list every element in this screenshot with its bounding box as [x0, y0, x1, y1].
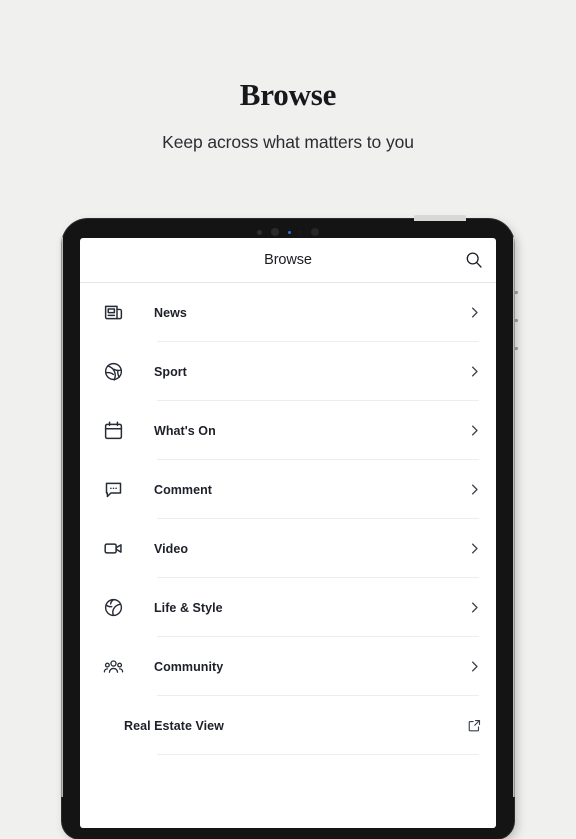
list-item-label: Sport [154, 364, 187, 379]
people-icon [102, 656, 124, 678]
chevron-right-icon [466, 482, 482, 498]
volume-up-button[interactable] [515, 291, 518, 294]
camera-large-icon [271, 228, 279, 236]
list-item-sport[interactable]: Sport [80, 342, 496, 401]
list-item-label: Community [154, 659, 224, 674]
list-item-label: News [154, 305, 187, 320]
sensor-cluster [62, 227, 514, 237]
page-subtitle: Keep across what matters to you [162, 132, 414, 152]
app-bar-title: Browse [264, 252, 312, 268]
list-item-comment[interactable]: Comment [80, 460, 496, 519]
list-item-news[interactable]: News [80, 283, 496, 342]
camera-large-secondary-icon [311, 228, 319, 236]
basketball-icon [102, 361, 124, 383]
list-item-life-and-style[interactable]: Life & Style [80, 578, 496, 637]
browse-list: News Sport What's On Comment Video Life … [80, 283, 496, 755]
list-item-label: Life & Style [154, 600, 223, 615]
list-item-community[interactable]: Community [80, 637, 496, 696]
chevron-right-icon [466, 541, 482, 557]
camera-small-icon [257, 229, 262, 235]
list-item-video[interactable]: Video [80, 519, 496, 578]
device-screen: Browse News Sport What's On Comment Vide… [80, 238, 496, 828]
newspaper-icon [102, 302, 124, 324]
row-divider [157, 754, 479, 755]
search-icon[interactable] [464, 250, 484, 270]
volume-down-button[interactable] [515, 319, 518, 322]
list-item-real-estate-view[interactable]: Real Estate View [80, 696, 496, 755]
list-item-label: Video [154, 541, 189, 556]
chevron-right-icon [466, 659, 482, 675]
list-item-whats-on[interactable]: What's On [80, 401, 496, 460]
page-title: Browse [239, 77, 337, 112]
tablet-device-mockup: Browse News Sport What's On Comment Vide… [59, 215, 518, 839]
external-link-icon [466, 718, 482, 734]
power-button[interactable] [414, 215, 466, 221]
calendar-icon [102, 420, 124, 442]
device-left-edge [59, 237, 63, 797]
video-icon [102, 538, 124, 560]
globe-icon [102, 597, 124, 619]
comment-icon [102, 479, 124, 501]
chevron-right-icon [466, 600, 482, 616]
chevron-right-icon [466, 423, 482, 439]
chevron-right-icon [466, 305, 482, 321]
promo-header: Browse Keep across what matters to you [0, 0, 576, 153]
side-port [515, 347, 518, 350]
list-item-label: Real Estate View [124, 718, 224, 733]
sensor-tiny-icon [300, 231, 302, 233]
app-bar: Browse [80, 238, 496, 283]
list-item-label: What's On [154, 423, 216, 438]
status-led-icon [288, 230, 291, 234]
chevron-right-icon [466, 364, 482, 380]
list-item-label: Comment [154, 482, 212, 497]
